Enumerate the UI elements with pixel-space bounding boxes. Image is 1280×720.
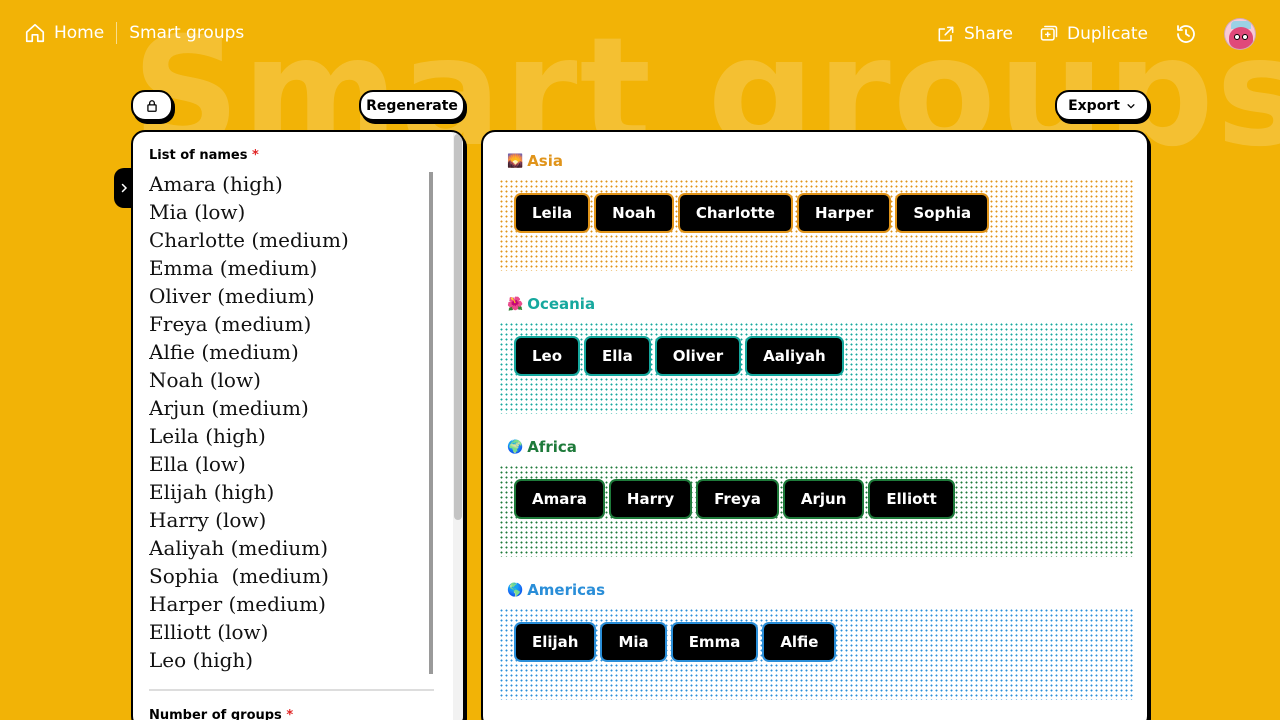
member-chip[interactable]: Oliver [656, 338, 740, 374]
history-icon [1174, 22, 1198, 46]
group-title-3: 🌎 Americas [507, 581, 605, 599]
required-marker: * [252, 148, 259, 163]
member-chip[interactable]: Alfie [764, 624, 835, 660]
home-icon [24, 22, 46, 44]
chevron-right-icon [118, 182, 130, 194]
breadcrumb-current[interactable]: Smart groups [129, 23, 244, 43]
group-name: Oceania [527, 295, 596, 313]
member-chip[interactable]: Freya [698, 481, 777, 517]
group-emoji-icon: 🌍 [507, 439, 524, 455]
regenerate-label: Regenerate [366, 97, 458, 114]
group-name: Asia [527, 152, 563, 170]
member-chip[interactable]: Leila [516, 195, 589, 231]
share-button[interactable]: Share [936, 24, 1013, 44]
group-emoji-icon: 🌎 [507, 582, 524, 598]
member-chip[interactable]: Harper [798, 195, 890, 231]
settings-panel: List of names * Amara (high) Mia (low) C… [131, 130, 465, 720]
chevron-down-icon [1126, 101, 1136, 111]
group-emoji-icon: 🌺 [507, 296, 524, 312]
member-chip[interactable]: Amara [516, 481, 603, 517]
regenerate-button[interactable]: Regenerate [359, 90, 465, 121]
names-scrollbar[interactable] [429, 172, 433, 674]
groups-field-label: Number of groups * [149, 708, 293, 720]
top-navigation: Home Smart groups Share Duplicate [0, 0, 1280, 72]
group-title-2: 🌍 Africa [507, 438, 577, 456]
field-divider [149, 689, 434, 691]
member-chip[interactable]: Arjun [784, 481, 863, 517]
breadcrumb-label: Smart groups [129, 23, 245, 43]
member-chip[interactable]: Elliott [870, 481, 953, 517]
breadcrumb-divider [116, 22, 118, 44]
member-chip[interactable]: Leo [516, 338, 579, 374]
required-marker: * [286, 708, 294, 720]
export-button[interactable]: Export [1055, 90, 1149, 121]
member-chip[interactable]: Mia [602, 624, 665, 660]
names-field-label: List of names * [149, 148, 259, 163]
member-chip[interactable]: Elijah [516, 624, 595, 660]
duplicate-label: Duplicate [1067, 24, 1148, 44]
group-dropzone[interactable]: Elijah Mia Emma Alfie [499, 608, 1133, 700]
history-button[interactable] [1174, 22, 1198, 46]
group-title-0: 🌄 Asia [507, 152, 563, 170]
member-chip[interactable]: Harry [610, 481, 691, 517]
duplicate-button[interactable]: Duplicate [1039, 24, 1148, 44]
group-dropzone[interactable]: Leo Ella Oliver Aaliyah [499, 322, 1133, 414]
home-link[interactable]: Home [24, 22, 104, 44]
share-icon [936, 24, 956, 44]
member-chip[interactable]: Emma [672, 624, 757, 660]
member-chip[interactable]: Ella [586, 338, 649, 374]
group-emoji-icon: 🌄 [507, 153, 524, 169]
share-label: Share [963, 24, 1013, 44]
export-label: Export [1068, 97, 1120, 114]
group-dropzone[interactable]: Amara Harry Freya Arjun Elliott [499, 465, 1133, 557]
member-chip[interactable]: Charlotte [679, 195, 791, 231]
member-chip[interactable]: Noah [596, 195, 672, 231]
group-name: Americas [527, 581, 606, 599]
group-name: Africa [527, 438, 577, 456]
home-label: Home [54, 23, 105, 43]
lock-icon [145, 99, 159, 113]
lock-button[interactable] [131, 90, 173, 121]
member-chip[interactable]: Aaliyah [747, 338, 842, 374]
group-title-1: 🌺 Oceania [507, 295, 595, 313]
panel-scrollbar[interactable] [453, 132, 463, 720]
names-textarea[interactable]: Amara (high) Mia (low) Charlotte (medium… [149, 170, 434, 674]
user-avatar[interactable] [1224, 18, 1256, 50]
group-dropzone[interactable]: Leila Noah Charlotte Harper Sophia [499, 179, 1133, 271]
duplicate-icon [1039, 24, 1059, 44]
groups-panel: 🌄 Asia Leila Noah Charlotte Harper Sophia 🌺 Ocea… [481, 130, 1149, 720]
member-chip[interactable]: Sophia [897, 195, 988, 231]
